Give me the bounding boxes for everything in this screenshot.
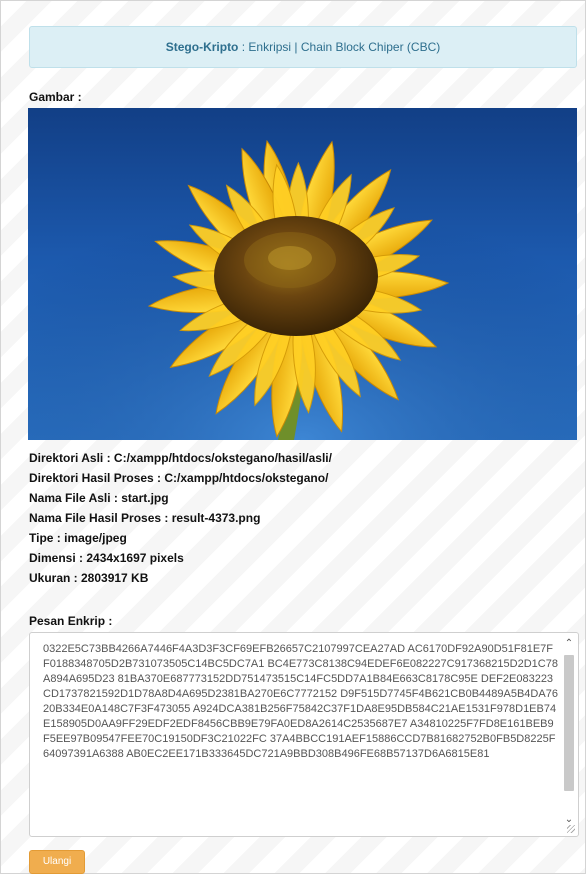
chevron-up-icon[interactable]: ⌃: [562, 637, 576, 651]
info-original-file: Nama File Asli : start.jpg: [29, 491, 169, 505]
scrollbar-thumb[interactable]: [564, 655, 574, 791]
encrypted-message-text[interactable]: 0322E5C73BB4266A7446F4A3D3F3CF69EFB26657…: [43, 642, 558, 830]
app-name: Stego-Kripto: [165, 40, 239, 54]
info-dimension: Dimensi : 2434x1697 pixels: [29, 551, 184, 565]
sunflower-illustration: [28, 108, 577, 440]
textarea-scrollbar[interactable]: ⌃ ⌄: [562, 637, 576, 827]
sunflower-image: [28, 108, 577, 440]
info-result-file: Nama File Hasil Proses : result-4373.png: [29, 511, 261, 525]
header-mode: Enkripsi | Chain Block Chiper (CBC): [248, 40, 441, 54]
info-result-dir: Direktori Hasil Proses : C:/xampp/htdocs…: [29, 471, 329, 485]
page-frame: Stego-Kripto : Enkripsi | Chain Block Ch…: [0, 0, 586, 874]
header-separator: :: [238, 40, 249, 54]
info-original-dir: Direktori Asli : C:/xampp/htdocs/okstega…: [29, 451, 332, 465]
resize-grip-icon[interactable]: [567, 825, 575, 833]
info-type: Tipe : image/jpeg: [29, 531, 127, 545]
message-label: Pesan Enkrip :: [29, 614, 113, 628]
page-header: Stego-Kripto : Enkripsi | Chain Block Ch…: [29, 26, 577, 68]
encrypted-message-textarea[interactable]: 0322E5C73BB4266A7446F4A3D3F3CF69EFB26657…: [29, 632, 579, 837]
image-label: Gambar :: [29, 90, 82, 104]
retry-button[interactable]: Ulangi: [29, 850, 85, 874]
info-size: Ukuran : 2803917 KB: [29, 571, 149, 585]
file-info: Direktori Asli : C:/xampp/htdocs/okstega…: [29, 448, 569, 588]
